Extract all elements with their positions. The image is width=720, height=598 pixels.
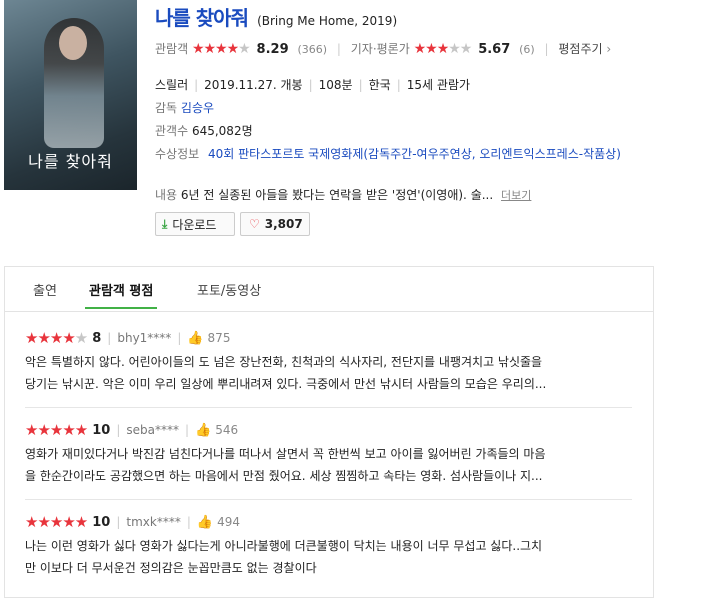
award-row: 수상정보	[155, 145, 199, 162]
download-button[interactable]: ⤓ 다운로드	[155, 212, 235, 236]
review-likes: 875	[207, 331, 231, 345]
review-score: 10	[92, 514, 111, 530]
poster-face	[59, 26, 87, 60]
review-stars: ★★★★★	[25, 329, 88, 347]
movie-title-block: 나를 찾아줘 (Bring Me Home, 2019)	[155, 2, 397, 31]
review-stars: ★★★★★	[25, 513, 88, 531]
review-score: 10	[92, 422, 111, 438]
award-label: 수상정보	[155, 147, 200, 161]
review-item: ★★★★★ 10 | seba**** | 👍 546 영화가 재미있다거나 박…	[25, 421, 633, 487]
poster-title: 나를 찾아줘	[28, 152, 113, 171]
thumbs-up-icon[interactable]: 👍	[195, 423, 211, 438]
review-likes: 546	[215, 423, 239, 437]
divider: |	[336, 42, 341, 56]
review-item: ★★★★★ 8 | bhy1**** | 👍 875 악은 특별하지 않다. 어…	[25, 329, 633, 395]
chevron-right-icon: ›	[606, 42, 612, 56]
divider	[25, 499, 632, 500]
director-link[interactable]: 김승우	[181, 101, 214, 115]
divider: |	[544, 42, 549, 56]
director-label: 감독	[155, 101, 178, 115]
release-date: 2019.11.27. 개봉	[204, 78, 303, 92]
review-text: 악은 특별하지 않다. 어린아이들의 도 넘은 장난전화, 친척과의 식사자리,…	[25, 355, 547, 391]
review-panel: 출연 관람객 평점 포토/동영상 ★★★★★ 8 | bhy1**** | 👍 …	[4, 266, 654, 598]
movie-poster[interactable]: 나를 찾아줘	[4, 0, 137, 190]
review-stars: ★★★★★	[25, 421, 88, 439]
critic-score: 5.67	[478, 42, 511, 57]
movie-original-title: (Bring Me Home, 2019)	[257, 14, 398, 28]
heart-icon: ♡	[249, 217, 260, 231]
more-link[interactable]: 더보기	[501, 189, 531, 202]
tab-photo-video[interactable]: 포토/동영상	[197, 280, 261, 299]
director-row: 감독 김승우	[155, 99, 214, 116]
plot-row: 내용 6년 전 실종된 아들을 봤다는 연락을 받은 '정연'(이영애). 술.…	[155, 186, 531, 203]
thumbs-up-icon[interactable]: 👍	[197, 515, 213, 530]
critic-label: 기자·평론가	[350, 42, 410, 56]
award-link[interactable]: 40회 판타스포르토 국제영화제(감독주간-여우주연상, 오리엔트익스프레스-작…	[208, 145, 658, 163]
movie-title[interactable]: 나를 찾아줘	[155, 6, 249, 30]
review-score: 8	[92, 330, 102, 346]
rating-line: 관람객 ★★★★★ 8.29 (366) | 기자·평론가 ★★★★★ 5.67…	[155, 40, 611, 57]
age-rating: 15세 관람가	[406, 78, 471, 92]
genre[interactable]: 스릴러	[155, 78, 188, 92]
runtime: 108분	[318, 78, 353, 92]
download-icon: ⤓	[162, 216, 168, 231]
review-user[interactable]: seba****	[126, 423, 179, 437]
review-text: 영화가 재미있다거나 박진감 넘친다거나를 떠나서 살면서 꼭 한번씩 보고 아…	[25, 447, 546, 483]
rate-link[interactable]: 평점주기	[558, 42, 602, 56]
review-user[interactable]: bhy1****	[117, 331, 171, 345]
viewers-row: 관객수 645,082명	[155, 122, 253, 139]
audience-count: (366)	[297, 43, 328, 56]
review-text: 나는 이런 영화가 싫다 영화가 싫다는게 아니라불행에 더큰불행이 닥치는 내…	[25, 539, 543, 575]
tab-audience-rating[interactable]: 관람객 평점	[84, 280, 158, 309]
review-user[interactable]: tmxk****	[126, 515, 180, 529]
divider	[25, 407, 632, 408]
basic-info: 스릴러 | 2019.11.27. 개봉 | 108분 | 한국 | 15세 관람가	[155, 78, 471, 92]
review-item: ★★★★★ 10 | tmxk**** | 👍 494 나는 이런 영화가 싫다…	[25, 513, 633, 579]
country[interactable]: 한국	[369, 78, 391, 92]
like-count: 3,807	[264, 217, 303, 231]
plot-label: 내용	[155, 188, 178, 202]
like-button[interactable]: ♡ 3,807	[240, 212, 310, 236]
critic-count: (6)	[519, 43, 535, 56]
audience-stars: ★★★★★	[191, 41, 251, 57]
viewers-count: 645,082명	[191, 124, 253, 138]
thumbs-up-icon[interactable]: 👍	[187, 331, 203, 346]
plot-summary: 6년 전 실종된 아들을 봤다는 연락을 받은 '정연'(이영애). 술...	[180, 188, 494, 202]
viewers-label: 관객수	[155, 124, 189, 138]
download-label: 다운로드	[172, 217, 217, 232]
tab-bar: 출연 관람객 평점 포토/동영상	[5, 267, 653, 312]
tab-cast[interactable]: 출연	[33, 280, 57, 299]
audience-score: 8.29	[256, 42, 289, 57]
audience-label: 관람객	[155, 42, 189, 56]
critic-stars: ★★★★★	[413, 41, 473, 57]
review-likes: 494	[217, 515, 240, 529]
